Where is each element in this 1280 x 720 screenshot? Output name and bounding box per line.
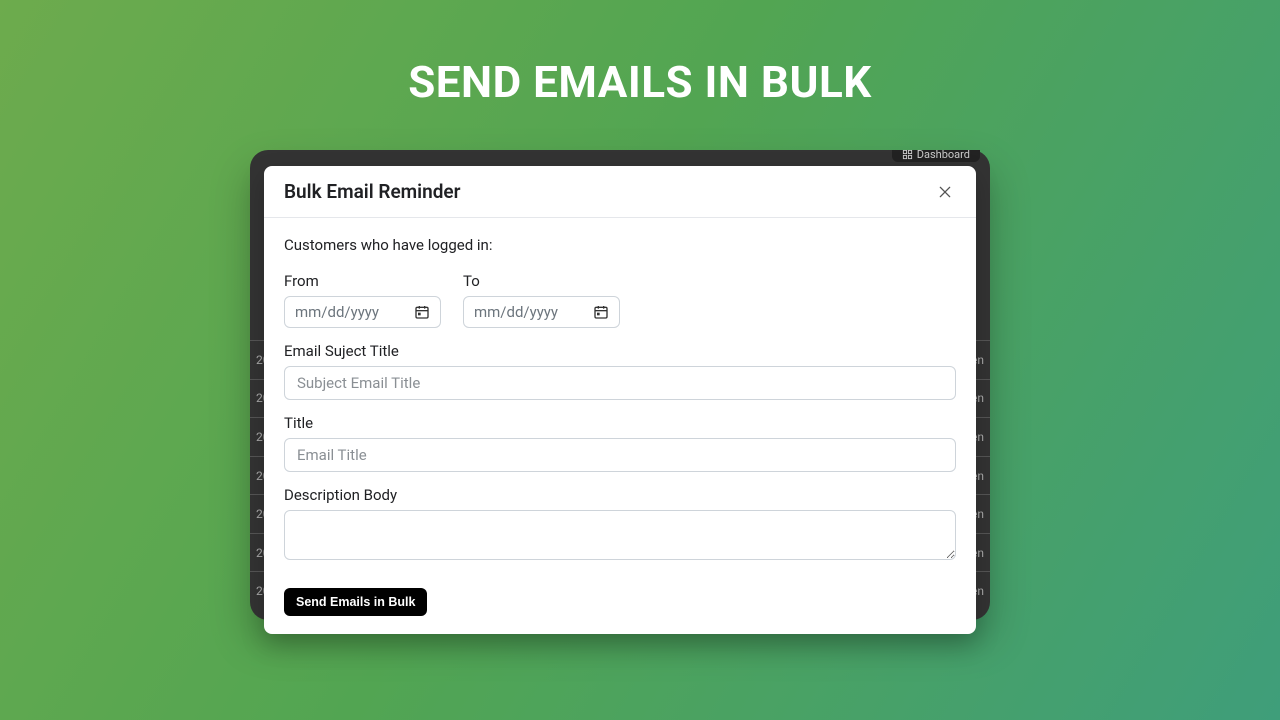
to-date-placeholder: mm/dd/yyyy: [474, 303, 558, 321]
calendar-icon: [414, 304, 430, 320]
bulk-email-modal: Bulk Email Reminder Customers who have l…: [264, 166, 976, 634]
from-label: From: [284, 272, 441, 290]
modal-header: Bulk Email Reminder: [264, 166, 976, 218]
subject-label: Email Suject Title: [284, 342, 956, 360]
modal-body: Customers who have logged in: From mm/dd…: [264, 218, 976, 588]
modal-footer: Send Emails in Bulk: [264, 588, 976, 634]
body-label: Description Body: [284, 486, 956, 504]
app-window: Dashboard 20len 20len 20len 20len 20len …: [250, 150, 990, 620]
from-date-input[interactable]: mm/dd/yyyy: [284, 296, 441, 328]
dashboard-tab-label: Dashboard: [917, 150, 970, 161]
page-title: SEND EMAILS IN BULK: [0, 0, 1280, 108]
body-textarea[interactable]: [284, 510, 956, 560]
to-date-input[interactable]: mm/dd/yyyy: [463, 296, 620, 328]
close-button[interactable]: [934, 181, 956, 203]
subject-input[interactable]: [284, 366, 956, 400]
dashboard-tab[interactable]: Dashboard: [892, 150, 980, 162]
calendar-icon: [593, 304, 609, 320]
title-label: Title: [284, 414, 956, 432]
from-date-placeholder: mm/dd/yyyy: [295, 303, 379, 321]
title-input[interactable]: [284, 438, 956, 472]
helper-text: Customers who have logged in:: [284, 236, 956, 254]
dashboard-icon: [902, 150, 913, 160]
close-icon: [937, 184, 953, 200]
to-label: To: [463, 272, 620, 290]
send-emails-button[interactable]: Send Emails in Bulk: [284, 588, 427, 616]
modal-title: Bulk Email Reminder: [284, 180, 460, 203]
